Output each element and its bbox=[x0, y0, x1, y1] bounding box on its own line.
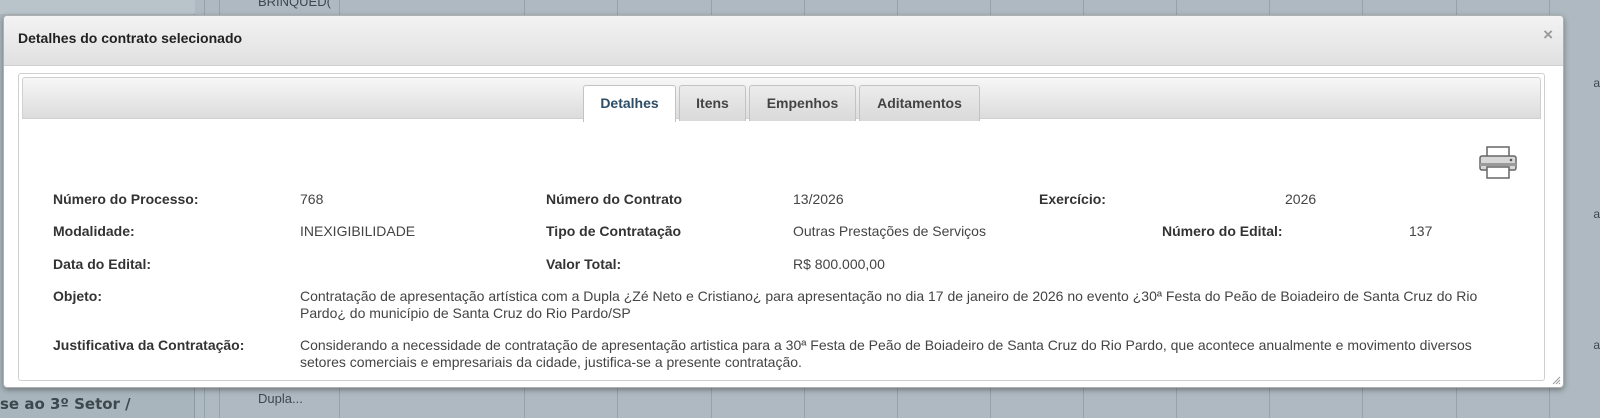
close-icon[interactable]: × bbox=[1543, 25, 1553, 45]
justificativa-label: Justificativa da Contratação: bbox=[53, 337, 245, 353]
background-edge-text: a bbox=[1593, 76, 1600, 90]
background-cell-text: Dupla... bbox=[258, 391, 303, 406]
tab-bar: Detalhes Itens Empenhos Aditamentos bbox=[22, 77, 1541, 122]
background-sidebar-top bbox=[0, 0, 195, 14]
justificativa-value: Considerando a necessidade de contrataçã… bbox=[300, 337, 1472, 370]
tipo-contratacao-label: Tipo de Contratação bbox=[546, 223, 682, 239]
tab-panel: Detalhes Itens Empenhos Aditamentos Núme… bbox=[18, 73, 1545, 381]
modalidade-value: INEXIGIBILIDADE bbox=[300, 223, 416, 239]
resize-grip-icon[interactable] bbox=[1551, 375, 1561, 385]
printer-icon[interactable] bbox=[1478, 146, 1518, 180]
numero-processo-label: Número do Processo: bbox=[53, 191, 199, 207]
objeto-label: Objeto: bbox=[53, 288, 102, 304]
background-edge-text: a bbox=[1593, 338, 1600, 352]
tab-detalhes[interactable]: Detalhes bbox=[583, 85, 676, 122]
dialog-title: Detalhes do contrato selecionado bbox=[18, 30, 243, 46]
background-sidebar-text: se ao 3º Setor / bbox=[0, 395, 131, 413]
tab-aditamentos[interactable]: Aditamentos bbox=[859, 85, 980, 121]
tab-itens[interactable]: Itens bbox=[679, 85, 746, 121]
numero-edital-label: Número do Edital: bbox=[1162, 223, 1283, 239]
numero-edital-value: 137 bbox=[1409, 223, 1433, 239]
exercicio-value: 2026 bbox=[1285, 191, 1317, 207]
modalidade-label: Modalidade: bbox=[53, 223, 135, 239]
tipo-contratacao-value: Outras Prestações de Serviços bbox=[793, 223, 986, 239]
numero-processo-value: 768 bbox=[300, 191, 324, 207]
exercicio-label: Exercício: bbox=[1039, 191, 1106, 207]
objeto-value: Contratação de apresentação artística co… bbox=[300, 288, 1478, 321]
dialog-header: Detalhes do contrato selecionado × bbox=[4, 16, 1563, 66]
background-edge-text: a bbox=[1593, 207, 1600, 221]
numero-contrato-value: 13/2026 bbox=[793, 191, 844, 207]
valor-total-label: Valor Total: bbox=[546, 256, 622, 272]
tab-empenhos[interactable]: Empenhos bbox=[749, 85, 856, 121]
contract-details-dialog: Detalhes do contrato selecionado × Detal… bbox=[3, 15, 1564, 388]
background-cell-text: BRINQUED( bbox=[258, 0, 331, 9]
numero-contrato-label: Número do Contrato bbox=[546, 191, 683, 207]
valor-total-value: R$ 800.000,00 bbox=[793, 256, 885, 272]
data-edital-label: Data do Edital: bbox=[53, 256, 152, 272]
